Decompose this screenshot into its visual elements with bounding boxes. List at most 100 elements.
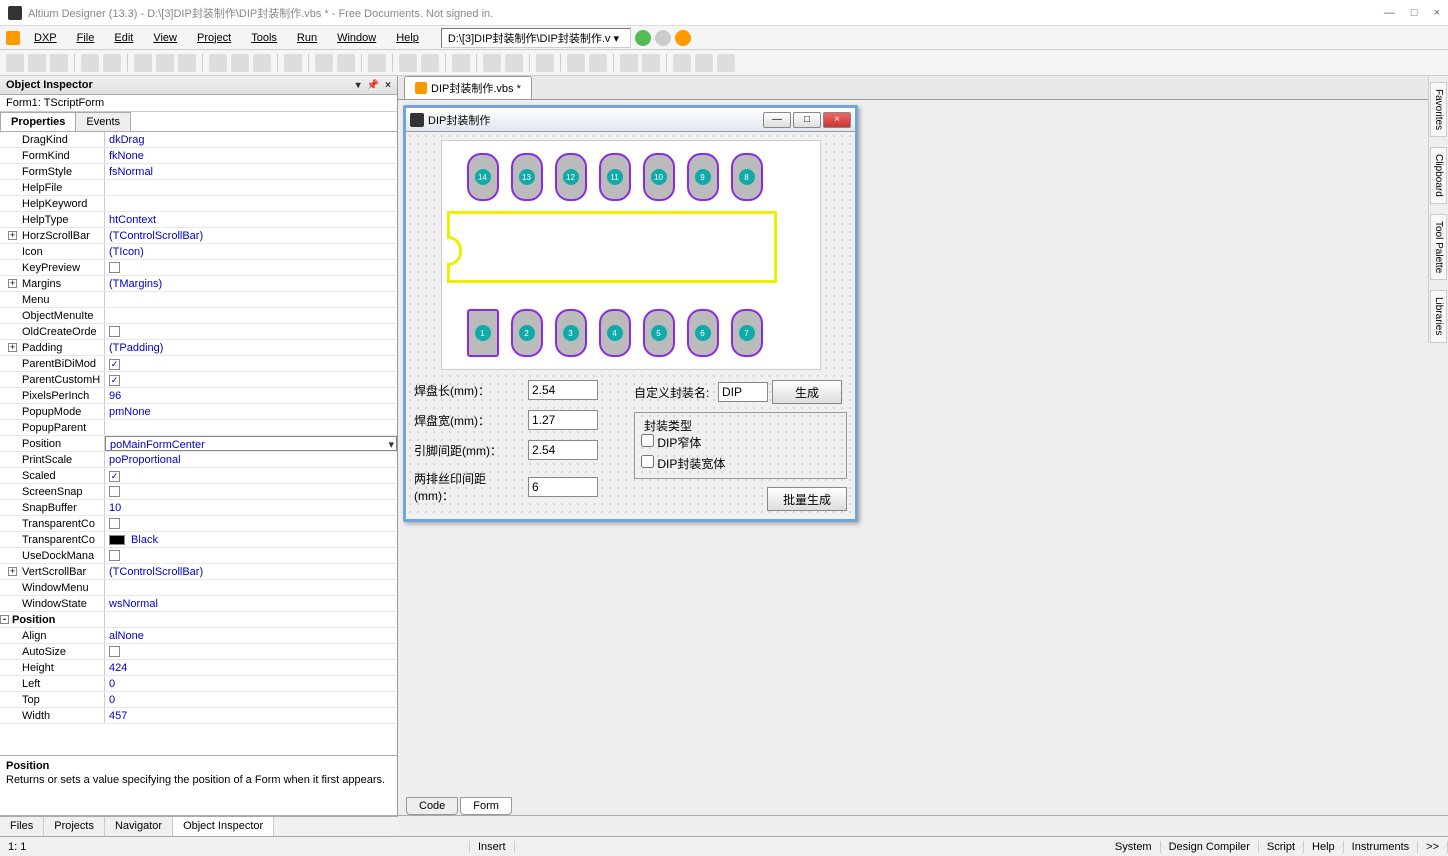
- panel-dropdown-icon[interactable]: ▾: [356, 80, 361, 91]
- tb-icon-15[interactable]: [673, 54, 691, 72]
- status-system[interactable]: System: [1107, 841, 1161, 853]
- property-row[interactable]: VertScrollBar+(TControlScrollBar): [0, 564, 397, 580]
- checkbox-wide[interactable]: [641, 455, 654, 468]
- designed-form[interactable]: DIP封装制作 — □ × 141312111098 1234567: [403, 105, 858, 522]
- property-row[interactable]: Height424: [0, 660, 397, 676]
- menu-help[interactable]: Help: [388, 30, 427, 46]
- property-row[interactable]: HelpTypehtContext: [0, 212, 397, 228]
- maximize-button[interactable]: □: [1411, 7, 1418, 19]
- open-icon[interactable]: [28, 54, 46, 72]
- rail-tool-palette[interactable]: Tool Palette: [1430, 214, 1447, 280]
- property-row[interactable]: HelpKeyword: [0, 196, 397, 212]
- tb-icon-2[interactable]: [156, 54, 174, 72]
- tb-icon-6[interactable]: [421, 54, 439, 72]
- property-row[interactable]: PixelsPerInch96: [0, 388, 397, 404]
- property-row[interactable]: TransparentCo: [0, 516, 397, 532]
- property-row[interactable]: Left0: [0, 676, 397, 692]
- tb-icon-12[interactable]: [589, 54, 607, 72]
- property-row[interactable]: Width457: [0, 708, 397, 724]
- menu-tools[interactable]: Tools: [243, 30, 285, 46]
- new-icon[interactable]: [6, 54, 24, 72]
- checkbox-narrow[interactable]: [641, 434, 654, 447]
- copy-icon[interactable]: [231, 54, 249, 72]
- form-minimize-button[interactable]: —: [763, 112, 791, 128]
- panel-pin-icon[interactable]: 📌: [367, 80, 379, 91]
- form-designer-canvas[interactable]: DIP封装制作 — □ × 141312111098 1234567: [398, 100, 1448, 815]
- property-row[interactable]: Icon(TIcon): [0, 244, 397, 260]
- property-row[interactable]: OldCreateOrde: [0, 324, 397, 340]
- tb-icon-17[interactable]: [717, 54, 735, 72]
- property-row[interactable]: UseDockMana: [0, 548, 397, 564]
- property-row[interactable]: KeyPreview: [0, 260, 397, 276]
- rail-libraries[interactable]: Libraries: [1430, 290, 1447, 342]
- paste-icon[interactable]: [253, 54, 271, 72]
- status-help[interactable]: Help: [1304, 841, 1344, 853]
- cut-icon[interactable]: [209, 54, 227, 72]
- input-silk-gap[interactable]: [528, 477, 598, 497]
- rail-favorites[interactable]: Favorites: [1430, 82, 1447, 137]
- tab-code[interactable]: Code: [406, 797, 458, 815]
- tab-events[interactable]: Events: [75, 112, 131, 131]
- input-pin-gap[interactable]: [528, 440, 598, 460]
- property-row[interactable]: Margins+(TMargins): [0, 276, 397, 292]
- property-row[interactable]: ParentBiDiMod✓: [0, 356, 397, 372]
- menu-run[interactable]: Run: [289, 30, 325, 46]
- property-row[interactable]: HorzScrollBar+(TControlScrollBar): [0, 228, 397, 244]
- property-row[interactable]: Menu: [0, 292, 397, 308]
- tb-icon-14[interactable]: [642, 54, 660, 72]
- menu-view[interactable]: View: [145, 30, 185, 46]
- menu-file[interactable]: File: [69, 30, 103, 46]
- tb-icon-11[interactable]: [567, 54, 585, 72]
- property-row[interactable]: PositionpoMainFormCenter: [0, 436, 397, 452]
- property-row[interactable]: HelpFile: [0, 180, 397, 196]
- tab-properties[interactable]: Properties: [0, 112, 76, 131]
- btab-files[interactable]: Files: [0, 817, 44, 836]
- tb-icon-3[interactable]: [178, 54, 196, 72]
- form-close-button[interactable]: ×: [823, 112, 851, 128]
- property-row[interactable]: FormKindfkNone: [0, 148, 397, 164]
- property-row[interactable]: DragKinddkDrag: [0, 132, 397, 148]
- nav-fwd-icon[interactable]: [655, 30, 671, 46]
- tb-icon-7[interactable]: [452, 54, 470, 72]
- menu-window[interactable]: Window: [329, 30, 384, 46]
- property-row[interactable]: TransparentCo Black: [0, 532, 397, 548]
- property-group-position[interactable]: -Position: [0, 612, 397, 628]
- property-row[interactable]: ParentCustomH✓: [0, 372, 397, 388]
- property-row[interactable]: AlignalNone: [0, 628, 397, 644]
- breadcrumb[interactable]: D:\[3]DIP封装制作\DIP封装制作.v ▾: [441, 28, 631, 48]
- tb-icon-13[interactable]: [620, 54, 638, 72]
- tb-icon-5[interactable]: [399, 54, 417, 72]
- menu-project[interactable]: Project: [189, 30, 239, 46]
- property-row[interactable]: AutoSize: [0, 644, 397, 660]
- preview-icon[interactable]: [103, 54, 121, 72]
- nav-home-icon[interactable]: [675, 30, 691, 46]
- tab-form[interactable]: Form: [460, 797, 512, 815]
- property-row[interactable]: Top0: [0, 692, 397, 708]
- btab-projects[interactable]: Projects: [44, 817, 105, 836]
- menu-edit[interactable]: Edit: [106, 30, 141, 46]
- tb-icon-8[interactable]: [483, 54, 501, 72]
- property-list[interactable]: DragKinddkDragFormKindfkNoneFormStylefsN…: [0, 132, 397, 755]
- status-script[interactable]: Script: [1259, 841, 1304, 853]
- tb-icon-1[interactable]: [134, 54, 152, 72]
- save-icon[interactable]: [50, 54, 68, 72]
- form-selector[interactable]: Form1: TScriptForm: [0, 95, 397, 112]
- property-row[interactable]: ScreenSnap: [0, 484, 397, 500]
- form-maximize-button[interactable]: □: [793, 112, 821, 128]
- tb-icon-9[interactable]: [505, 54, 523, 72]
- undo-icon[interactable]: [315, 54, 333, 72]
- property-row[interactable]: Scaled✓: [0, 468, 397, 484]
- run-icon[interactable]: [368, 54, 386, 72]
- menu-dxp[interactable]: DXP: [26, 30, 65, 46]
- tb-icon-4[interactable]: [284, 54, 302, 72]
- property-row[interactable]: WindowMenu: [0, 580, 397, 596]
- tb-icon-10[interactable]: [536, 54, 554, 72]
- nav-back-icon[interactable]: [635, 30, 651, 46]
- panel-close-icon[interactable]: ×: [385, 80, 391, 91]
- close-button[interactable]: ×: [1434, 7, 1440, 19]
- rail-clipboard[interactable]: Clipboard: [1430, 147, 1447, 204]
- property-row[interactable]: PrintScalepoProportional: [0, 452, 397, 468]
- property-row[interactable]: FormStylefsNormal: [0, 164, 397, 180]
- input-pad-width[interactable]: [528, 410, 598, 430]
- doc-tab[interactable]: DIP封装制作.vbs *: [404, 76, 532, 99]
